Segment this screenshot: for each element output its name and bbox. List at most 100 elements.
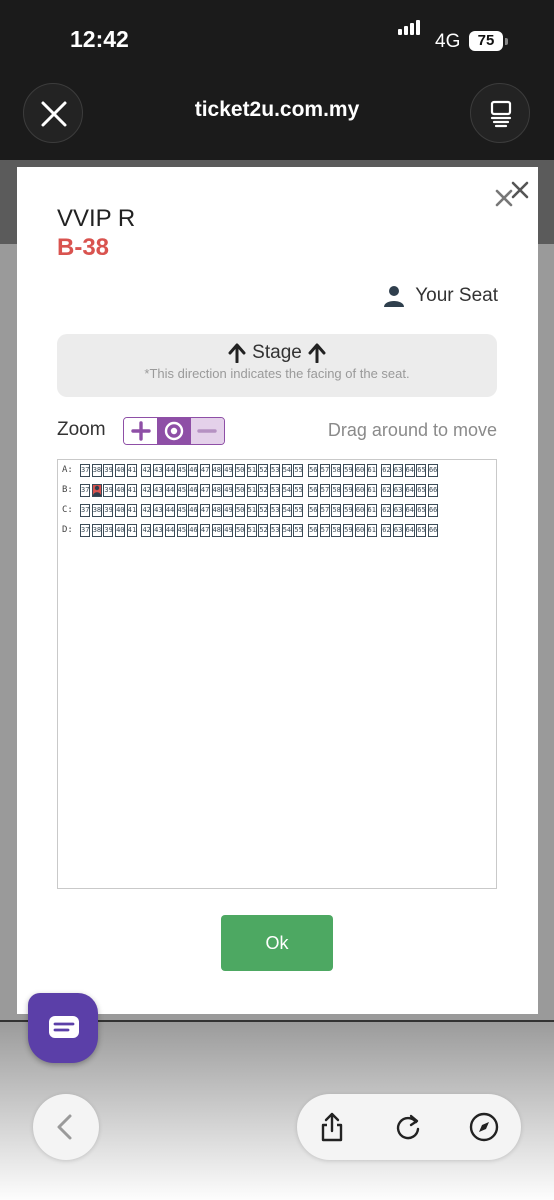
seat[interactable]: 46 [188,523,199,537]
seat[interactable]: 42 [141,483,152,497]
seat[interactable]: 62 [381,463,392,477]
seat[interactable]: 37 [80,523,90,537]
seat[interactable]: 51 [246,483,257,497]
seat[interactable]: 49 [223,483,234,497]
seat[interactable]: 49 [223,503,234,517]
seat[interactable]: 61 [366,483,377,497]
seat[interactable]: 43 [153,483,164,497]
seat[interactable]: 52 [258,483,269,497]
seat[interactable]: 55 [293,463,304,477]
seat[interactable]: 39 [103,523,114,537]
zoom-out-button[interactable] [190,418,224,444]
seat[interactable]: 42 [141,503,152,517]
seat[interactable]: 52 [258,503,269,517]
seat[interactable]: 42 [141,463,152,477]
seat[interactable]: 45 [176,483,187,497]
seat[interactable]: 44 [164,463,175,477]
seat[interactable]: 53 [270,483,280,497]
seat[interactable]: 58 [331,483,342,497]
seat[interactable]: 51 [246,523,257,537]
seat[interactable]: 63 [392,503,403,517]
seat[interactable]: 50 [234,483,245,497]
compass-button[interactable] [467,1110,501,1144]
seat[interactable]: 64 [404,483,415,497]
seat[interactable]: 41 [126,463,137,477]
seat[interactable]: 61 [366,463,377,477]
seat[interactable]: 46 [188,503,199,517]
seat[interactable]: 39 [103,463,114,477]
seat[interactable]: 48 [211,483,222,497]
seat[interactable]: 44 [164,503,175,517]
seat[interactable]: 41 [126,523,137,537]
seat[interactable]: 63 [392,483,403,497]
seat[interactable]: 66 [427,523,438,537]
zoom-reset-button[interactable] [157,418,191,444]
seat[interactable]: 66 [427,463,438,477]
seat[interactable]: 43 [153,503,164,517]
seat[interactable]: 56 [308,463,319,477]
seat[interactable]: 57 [319,463,330,477]
seat-map[interactable]: A: 37 38 39 40 41 42 43 44 45 46 47 48 49 50 51 52 53 54 55… [57,459,497,889]
seat[interactable]: 51 [246,463,257,477]
seat[interactable]: 51 [246,503,257,517]
seat[interactable]: 58 [331,463,342,477]
seat[interactable]: 48 [211,523,222,537]
seat[interactable]: 38 [91,523,102,537]
seat[interactable]: 56 [308,523,319,537]
seat[interactable]: 37 [80,503,90,517]
seat[interactable]: 60 [354,483,365,497]
seat[interactable]: 62 [381,503,392,517]
seat[interactable]: 58 [331,523,342,537]
seat[interactable]: 40 [115,463,126,477]
seat[interactable]: 59 [343,523,354,537]
seat[interactable]: 55 [293,483,304,497]
seat[interactable]: 37 [80,483,90,497]
seat[interactable]: 47 [199,463,210,477]
seat[interactable]: 49 [223,523,234,537]
seat[interactable]: 59 [343,503,354,517]
seat[interactable]: 60 [354,523,365,537]
seat[interactable]: 64 [404,523,415,537]
seat[interactable]: 41 [126,503,137,517]
seat[interactable]: 56 [308,483,319,497]
seat[interactable]: 66 [427,503,438,517]
chat-button[interactable] [28,993,98,1063]
seat[interactable]: 65 [416,503,427,517]
seat[interactable]: 60 [354,463,365,477]
seat[interactable]: 62 [381,523,392,537]
seat[interactable]: 61 [366,503,377,517]
seat[interactable]: 53 [270,463,280,477]
seat[interactable]: 57 [319,483,330,497]
seat[interactable]: 59 [343,463,354,477]
seat[interactable]: 45 [176,463,187,477]
seat[interactable]: 43 [153,463,164,477]
seat[interactable]: 64 [404,503,415,517]
seat[interactable]: 48 [211,503,222,517]
seat[interactable]: 45 [176,523,187,537]
seat[interactable]: 40 [115,483,126,497]
seat[interactable]: 58 [331,503,342,517]
seat[interactable]: 64 [404,463,415,477]
seat[interactable]: 65 [416,523,427,537]
seat[interactable]: 60 [354,503,365,517]
close-tab-button[interactable] [23,83,83,143]
seat[interactable]: 43 [153,523,164,537]
seat[interactable]: 46 [188,483,199,497]
browser-back-button[interactable] [33,1094,99,1160]
seat[interactable]: 50 [234,523,245,537]
reader-mode-button[interactable] [470,83,530,143]
seat[interactable]: 46 [188,463,199,477]
seat[interactable]: 53 [270,503,280,517]
seat[interactable]: 65 [416,463,427,477]
share-button[interactable] [315,1110,349,1144]
seat[interactable]: 55 [293,523,304,537]
modal-close-button[interactable] [493,179,533,215]
seat[interactable]: 48 [211,463,222,477]
seat[interactable]: 61 [366,523,377,537]
seat[interactable]: 39 [103,503,114,517]
seat[interactable]: 50 [234,463,245,477]
seat[interactable]: 50 [234,503,245,517]
seat[interactable]: 62 [381,483,392,497]
seat[interactable]: 57 [319,503,330,517]
seat[interactable]: 54 [281,503,292,517]
